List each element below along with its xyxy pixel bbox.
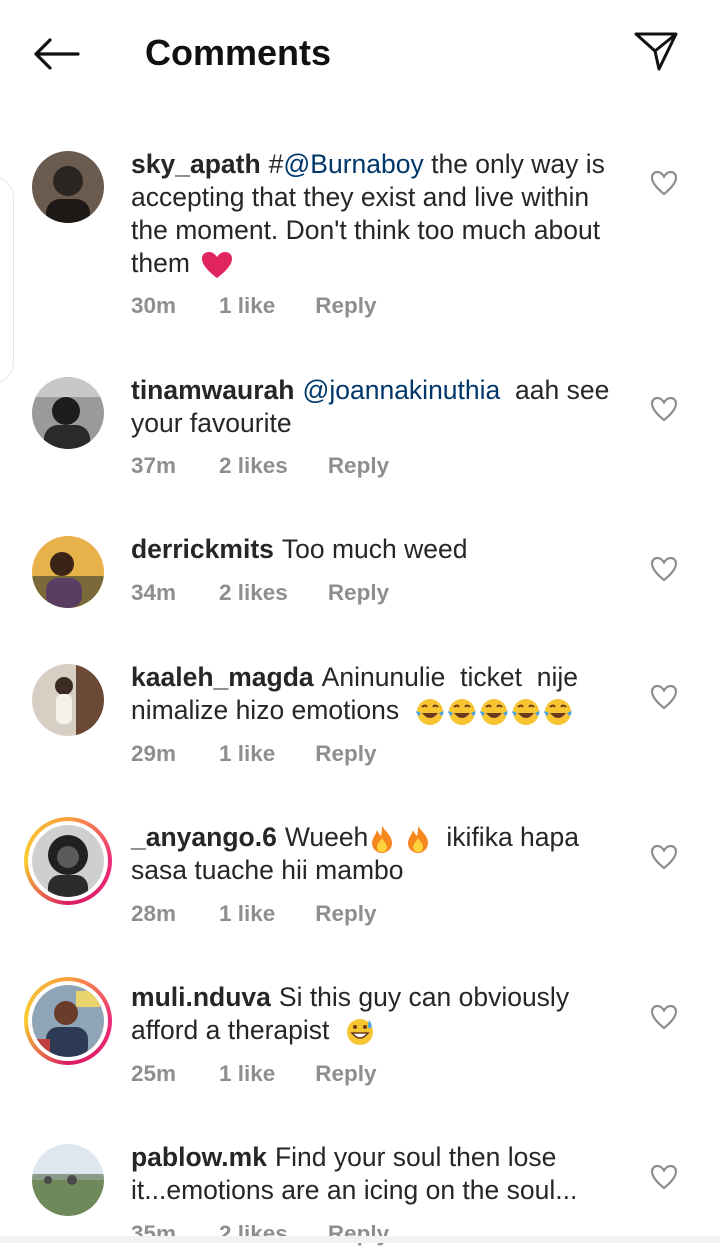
comment-meta: 37m 2 likes Reply bbox=[131, 451, 389, 481]
avatar-image bbox=[32, 825, 104, 897]
like-heart-icon[interactable] bbox=[650, 684, 678, 710]
comment-time: 25m bbox=[131, 1061, 177, 1086]
comment-text: pablow.mk Find your soul then lose it...e… bbox=[131, 1141, 621, 1207]
comment-meta: 35m 2 likes Reply bbox=[131, 1219, 389, 1249]
comment-likes[interactable]: 1 like bbox=[219, 739, 275, 769]
comment-time: 28m bbox=[131, 901, 177, 926]
laughing-crying-icon bbox=[543, 699, 572, 725]
comment-meta: 28m 1 like Reply bbox=[131, 899, 377, 929]
mention-link[interactable]: @joannakinuthia bbox=[302, 375, 500, 405]
reply-button[interactable]: Reply bbox=[328, 1219, 389, 1249]
comment-text: sky_apath #@Burnaboy the only way is acce… bbox=[131, 148, 621, 280]
comment-meta: 29m 1 like Reply bbox=[131, 739, 377, 769]
avatar[interactable] bbox=[32, 151, 104, 223]
avatar bbox=[32, 985, 104, 1057]
avatar-image bbox=[32, 377, 104, 449]
like-heart-icon[interactable] bbox=[650, 556, 678, 582]
comment-username[interactable]: muli.nduva bbox=[131, 982, 271, 1012]
comment-body: Too much weed bbox=[281, 534, 468, 564]
comment-username[interactable]: derrickmits bbox=[131, 534, 274, 564]
bottom-edge bbox=[0, 1236, 720, 1243]
comment-text: kaaleh_magda Aninunulie ticket nije nimal… bbox=[131, 661, 621, 727]
laughing-crying-icon bbox=[447, 699, 476, 725]
comment-meta: 25m 1 like Reply bbox=[131, 1059, 377, 1089]
paper-plane-icon bbox=[634, 32, 678, 71]
comment-meta: 34m 2 likes Reply bbox=[131, 578, 389, 608]
reply-button[interactable]: Reply bbox=[315, 899, 376, 929]
comment-time: 34m bbox=[131, 580, 177, 605]
hashtag-prefix: # bbox=[268, 149, 284, 179]
comment-time: 35m bbox=[131, 1221, 177, 1246]
laughing-crying-icon bbox=[415, 699, 444, 725]
comment-username[interactable]: tinamwaurah bbox=[131, 375, 294, 405]
avatar[interactable] bbox=[32, 664, 104, 736]
comment-time: 29m bbox=[131, 741, 177, 766]
reply-button[interactable]: Reply bbox=[315, 1059, 376, 1089]
reply-button[interactable]: Reply bbox=[328, 451, 389, 481]
comment-likes[interactable]: 2 likes bbox=[219, 451, 288, 481]
share-button[interactable] bbox=[628, 26, 684, 76]
avatar-image bbox=[32, 536, 104, 608]
reply-button[interactable]: Reply bbox=[315, 291, 376, 321]
comment-time: 30m bbox=[131, 293, 177, 318]
comment-username[interactable]: pablow.mk bbox=[131, 1142, 267, 1172]
laughing-crying-emojis bbox=[414, 695, 574, 725]
avatar-story-ring[interactable] bbox=[24, 977, 112, 1065]
like-heart-icon[interactable] bbox=[650, 396, 678, 422]
header-bar: Comments bbox=[0, 0, 720, 108]
arrow-left-icon bbox=[34, 38, 80, 70]
avatar-image bbox=[32, 1144, 104, 1216]
grinning-sweat-icon bbox=[347, 1019, 374, 1045]
mention-link[interactable]: @Burnaboy bbox=[283, 149, 423, 179]
comment-likes[interactable]: 1 like bbox=[219, 291, 275, 321]
avatar[interactable] bbox=[32, 1144, 104, 1216]
comment-username[interactable]: sky_apath bbox=[131, 149, 261, 179]
like-heart-icon[interactable] bbox=[650, 844, 678, 870]
avatar-story-ring[interactable] bbox=[24, 817, 112, 905]
comment-text: derrickmits Too much weed bbox=[131, 533, 621, 566]
comment-likes[interactable]: 2 likes bbox=[219, 578, 288, 608]
avatar bbox=[32, 825, 104, 897]
comment-body: Wueeh bbox=[284, 822, 369, 852]
avatar[interactable] bbox=[32, 377, 104, 449]
comment-likes[interactable]: 2 likes bbox=[219, 1219, 288, 1249]
fire-icon bbox=[407, 826, 428, 853]
red-heart-icon bbox=[202, 252, 233, 278]
reply-button[interactable]: Reply bbox=[328, 578, 389, 608]
back-button[interactable] bbox=[28, 30, 84, 78]
reply-button[interactable]: Reply bbox=[315, 739, 376, 769]
like-heart-icon[interactable] bbox=[650, 1004, 678, 1030]
avatar-image bbox=[32, 985, 104, 1057]
comment-username[interactable]: kaaleh_magda bbox=[131, 662, 314, 692]
comment-meta: 30m 1 like Reply bbox=[131, 291, 377, 321]
avatar-image bbox=[32, 151, 104, 223]
fire-icon bbox=[372, 826, 393, 853]
like-heart-icon[interactable] bbox=[650, 170, 678, 196]
page-title: Comments bbox=[145, 32, 332, 73]
comment-likes[interactable]: 1 like bbox=[219, 899, 275, 929]
comment-likes[interactable]: 1 like bbox=[219, 1059, 275, 1089]
comment-time: 37m bbox=[131, 453, 177, 478]
avatar[interactable] bbox=[32, 536, 104, 608]
avatar-image bbox=[32, 664, 104, 736]
like-heart-icon[interactable] bbox=[650, 1164, 678, 1190]
comment-text: tinamwaurah @joannakinuthia aah see your … bbox=[131, 374, 621, 440]
comment-text: _anyango.6 Wueeh ikifika hapa sasa tuache… bbox=[131, 821, 621, 887]
comment-username[interactable]: _anyango.6 bbox=[131, 822, 277, 852]
laughing-crying-icon bbox=[511, 699, 540, 725]
comment-text: muli.nduva Si this guy can obviously affo… bbox=[131, 981, 621, 1047]
edge-handle[interactable] bbox=[0, 176, 14, 384]
laughing-crying-icon bbox=[479, 699, 508, 725]
